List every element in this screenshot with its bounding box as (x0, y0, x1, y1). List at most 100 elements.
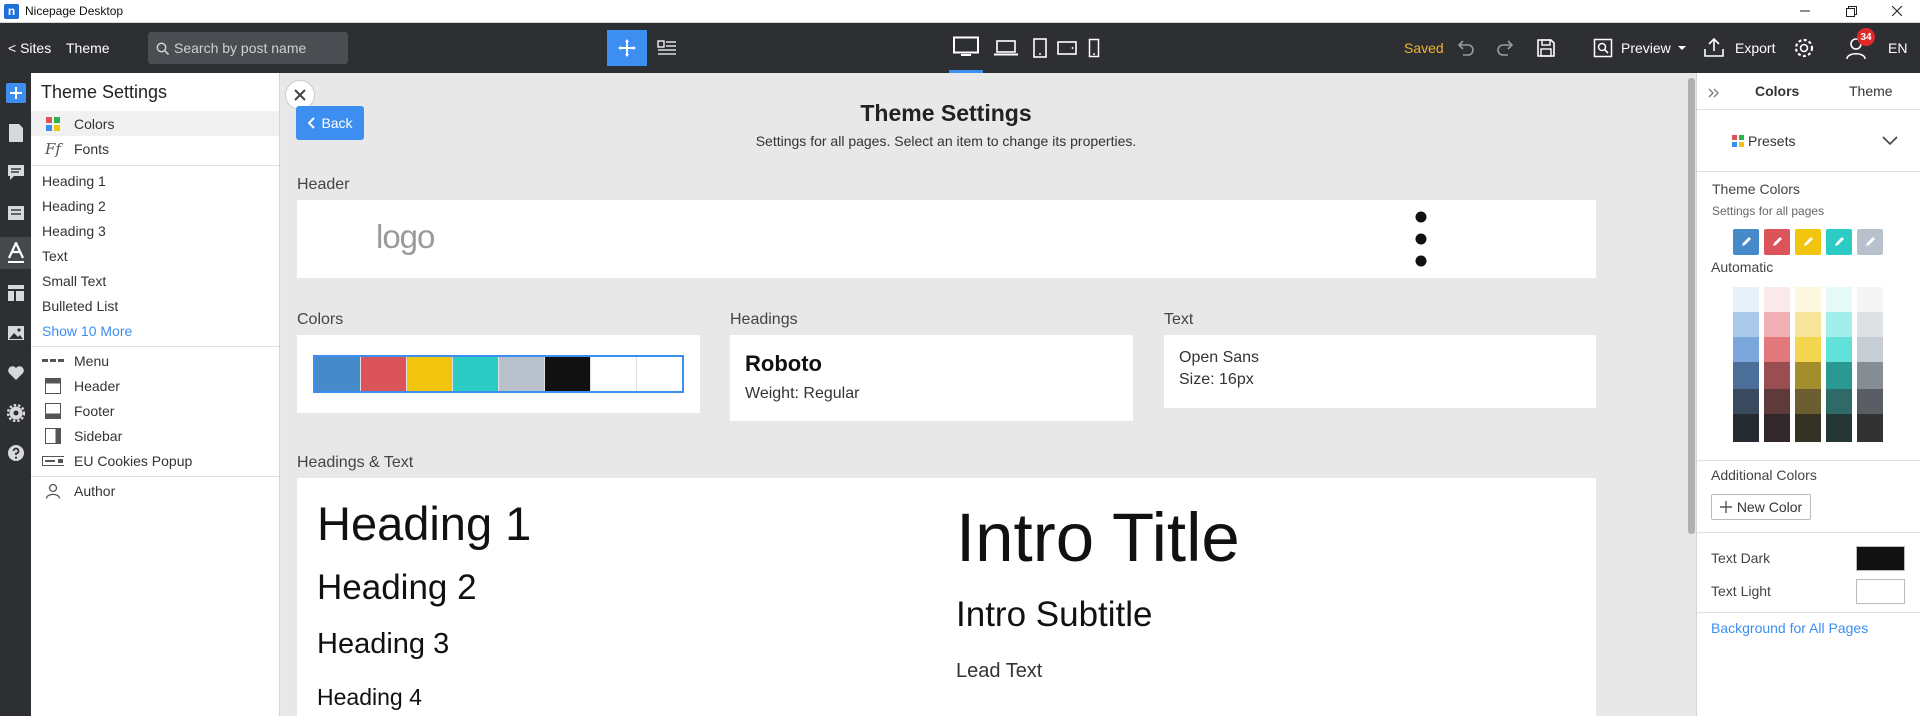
color-shade[interactable] (1733, 414, 1759, 442)
menu-item-heading-2[interactable]: Heading 2 (31, 193, 279, 218)
menu-item-fonts[interactable]: Ff Fonts (31, 136, 279, 161)
color-shade[interactable] (1826, 287, 1852, 312)
swatch-3[interactable] (407, 357, 453, 391)
layers-button[interactable] (647, 30, 687, 66)
site-settings-button[interactable] (0, 397, 31, 429)
color-shade[interactable] (1857, 389, 1883, 414)
restore-button[interactable] (1828, 0, 1874, 22)
menu-item-menu[interactable]: Menu (31, 348, 279, 373)
color-shade[interactable] (1795, 389, 1821, 414)
text-light-color-box[interactable] (1856, 579, 1905, 604)
theme-link[interactable]: Theme (66, 23, 110, 73)
tab-theme[interactable]: Theme (1849, 83, 1893, 99)
menu-item-bulleted-list[interactable]: Bulleted List (31, 293, 279, 318)
color-shade[interactable] (1733, 287, 1759, 312)
help-button[interactable] (0, 437, 31, 469)
swatch-6[interactable] (545, 357, 591, 391)
language-selector[interactable]: EN (1888, 23, 1907, 73)
swatch-5[interactable] (499, 357, 545, 391)
pages-button[interactable] (0, 117, 31, 149)
menu-item-author[interactable]: Author (31, 478, 279, 503)
background-all-pages-link[interactable]: Background for All Pages (1711, 620, 1868, 636)
menu-item-heading-1[interactable]: Heading 1 (31, 168, 279, 193)
images-button[interactable] (0, 317, 31, 349)
collapse-panel-icon[interactable] (1708, 88, 1720, 98)
color-shade[interactable] (1764, 389, 1790, 414)
text-card[interactable]: Open Sans Size: 16px (1164, 335, 1596, 408)
favorites-button[interactable] (0, 357, 31, 389)
lead-text-sample[interactable]: Lead Text (956, 660, 1042, 683)
redo-button[interactable] (1496, 23, 1516, 73)
edit-color-1-button[interactable] (1733, 229, 1759, 255)
color-shade[interactable] (1795, 312, 1821, 337)
color-shade[interactable] (1733, 362, 1759, 389)
menu-item-eu-cookies-popup[interactable]: EU Cookies Popup (31, 448, 279, 473)
color-swatches[interactable] (313, 355, 684, 393)
menu-item-header[interactable]: Header (31, 373, 279, 398)
header-preview[interactable]: logo (297, 200, 1596, 278)
color-shade[interactable] (1795, 414, 1821, 442)
tab-colors[interactable]: Colors (1755, 83, 1799, 99)
heading-1-sample[interactable]: Heading 1 (317, 496, 531, 551)
phone-view-button[interactable] (1077, 23, 1111, 73)
text-dark-color-box[interactable] (1856, 546, 1905, 571)
headings-card[interactable]: Roboto Weight: Regular (730, 335, 1133, 421)
swatch-8[interactable] (637, 357, 682, 391)
color-shade[interactable] (1857, 414, 1883, 442)
color-shade[interactable] (1857, 287, 1883, 312)
color-shade[interactable] (1826, 414, 1852, 442)
menu-item-sidebar[interactable]: Sidebar (31, 423, 279, 448)
color-shade[interactable] (1826, 312, 1852, 337)
menu-item-text[interactable]: Text (31, 243, 279, 268)
presets-dropdown[interactable]: Presets (1697, 123, 1920, 159)
color-shade[interactable] (1857, 337, 1883, 362)
swatch-2[interactable] (361, 357, 407, 391)
edit-color-3-button[interactable] (1795, 229, 1821, 255)
export-button[interactable]: Export (1703, 23, 1775, 73)
color-shade[interactable] (1857, 362, 1883, 389)
close-window-button[interactable] (1874, 0, 1920, 22)
menu-item-heading-3[interactable]: Heading 3 (31, 218, 279, 243)
scrollbar-thumb[interactable] (1688, 78, 1695, 534)
color-shade[interactable] (1733, 389, 1759, 414)
color-shade[interactable] (1795, 362, 1821, 389)
color-shade[interactable] (1764, 362, 1790, 389)
new-color-button[interactable]: New Color (1711, 494, 1811, 520)
color-shade[interactable] (1764, 414, 1790, 442)
color-shade[interactable] (1764, 337, 1790, 362)
edit-color-4-button[interactable] (1826, 229, 1852, 255)
desktop-view-button[interactable] (949, 23, 983, 73)
laptop-view-button[interactable] (989, 23, 1023, 73)
color-shade[interactable] (1733, 337, 1759, 362)
intro-title-sample[interactable]: Intro Title (956, 498, 1240, 577)
select-tool-button[interactable] (607, 30, 647, 66)
preview-button[interactable]: Preview (1593, 23, 1687, 73)
add-element-button[interactable] (0, 77, 31, 109)
sites-link[interactable]: < Sites (8, 23, 51, 73)
typography-button[interactable] (0, 237, 31, 269)
save-button[interactable] (1536, 23, 1556, 73)
color-shade[interactable] (1826, 389, 1852, 414)
menu-item-small-text[interactable]: Small Text (31, 268, 279, 293)
color-shade[interactable] (1795, 287, 1821, 312)
posts-button[interactable] (0, 197, 31, 229)
back-button[interactable]: Back (296, 106, 364, 140)
swatch-4[interactable] (453, 357, 499, 391)
undo-button[interactable] (1455, 23, 1475, 73)
swatch-1[interactable] (315, 357, 361, 391)
blog-button[interactable] (0, 157, 31, 189)
menu-item-colors[interactable]: Colors (31, 111, 279, 136)
color-shade[interactable] (1857, 312, 1883, 337)
intro-subtitle-sample[interactable]: Intro Subtitle (956, 595, 1153, 635)
minimize-button[interactable] (1782, 0, 1828, 22)
color-shade[interactable] (1764, 287, 1790, 312)
heading-3-sample[interactable]: Heading 3 (317, 628, 449, 661)
settings-button[interactable] (1793, 23, 1815, 73)
color-shade[interactable] (1764, 312, 1790, 337)
color-shade[interactable] (1826, 362, 1852, 389)
search-input[interactable]: Search by post name (148, 32, 348, 64)
swatch-7[interactable] (591, 357, 637, 391)
color-shade[interactable] (1733, 312, 1759, 337)
color-shade[interactable] (1826, 337, 1852, 362)
heading-4-sample[interactable]: Heading 4 (317, 684, 422, 711)
